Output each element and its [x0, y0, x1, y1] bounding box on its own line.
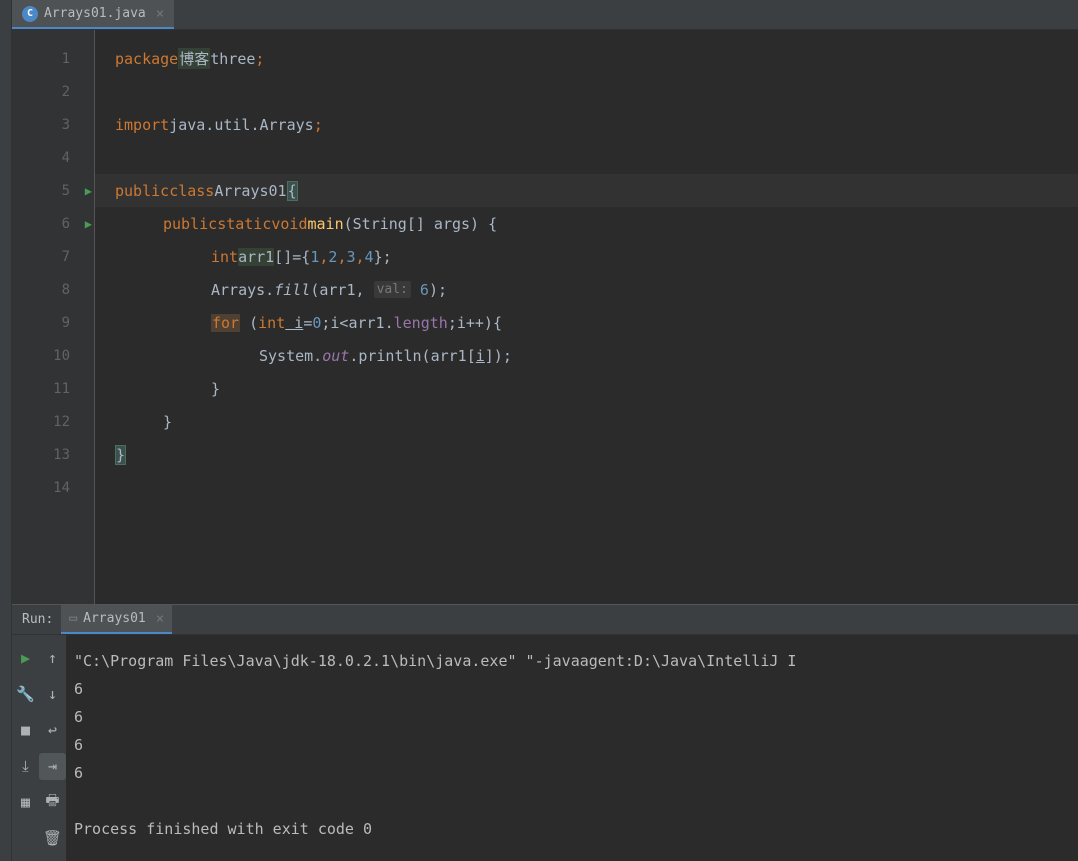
- stop-button[interactable]: ■: [12, 717, 39, 744]
- line-number: 7: [62, 249, 70, 265]
- code-line[interactable]: }: [95, 372, 1078, 405]
- console-output[interactable]: "C:\Program Files\Java\jdk-18.0.2.1\bin\…: [66, 635, 1078, 861]
- line-number: 4: [62, 150, 70, 166]
- line-number: 3: [62, 117, 70, 133]
- up-stack-icon[interactable]: ↑: [39, 645, 66, 672]
- code-line[interactable]: public static void main(String[] args) {: [95, 207, 1078, 240]
- line-number: 14: [53, 480, 70, 496]
- spacer: [12, 825, 39, 852]
- run-tab-label: Arrays01: [83, 611, 146, 626]
- soft-wrap-icon[interactable]: ↩: [39, 717, 66, 744]
- tab-label: Arrays01.java: [44, 6, 146, 21]
- console-line: "C:\Program Files\Java\jdk-18.0.2.1\bin\…: [74, 652, 796, 670]
- layout-icon[interactable]: ▦: [12, 789, 39, 816]
- console-line: 6: [74, 736, 83, 754]
- code-line[interactable]: for (int i=0;i<arr1.length;i++){: [95, 306, 1078, 339]
- code-area[interactable]: package 博客three; import java.util.Arrays…: [94, 30, 1078, 604]
- console-line: 6: [74, 680, 83, 698]
- line-number: 1: [62, 51, 70, 67]
- code-line[interactable]: [95, 141, 1078, 174]
- line-number: 12: [53, 414, 70, 430]
- run-panel: Run: ▭ Arrays01 × ▶ ↑ 🔧 ↓ ■ ↩ ⤓ ⇥: [12, 604, 1078, 861]
- console-line: Process finished with exit code 0: [74, 820, 372, 838]
- line-number: 9: [62, 315, 70, 331]
- rerun-button[interactable]: ▶: [12, 645, 39, 672]
- run-gutter-icon[interactable]: ▶: [85, 184, 92, 198]
- print-icon[interactable]: 🖶: [39, 789, 66, 816]
- editor-tabs-bar: C Arrays01.java ×: [12, 0, 1078, 30]
- code-line[interactable]: Arrays.fill(arr1, val: 6);: [95, 273, 1078, 306]
- code-line[interactable]: int arr1[]={1,2,3,4};: [95, 240, 1078, 273]
- code-line[interactable]: [95, 75, 1078, 108]
- line-number: 8: [62, 282, 70, 298]
- line-number: 13: [53, 447, 70, 463]
- run-gutter-icon[interactable]: ▶: [85, 217, 92, 231]
- run-config-icon: ▭: [69, 611, 77, 626]
- line-number: 6: [62, 216, 70, 232]
- java-class-icon: C: [22, 6, 38, 22]
- code-line[interactable]: }: [95, 438, 1078, 471]
- code-line[interactable]: System.out.println(arr1[i]);: [95, 339, 1078, 372]
- editor-tab-active[interactable]: C Arrays01.java ×: [12, 0, 174, 29]
- code-line[interactable]: }: [95, 405, 1078, 438]
- run-tab[interactable]: ▭ Arrays01 ×: [61, 605, 172, 634]
- code-line[interactable]: public class Arrays01 {: [95, 174, 1078, 207]
- line-number: 11: [53, 381, 70, 397]
- code-line[interactable]: [95, 471, 1078, 504]
- line-number: 2: [62, 84, 70, 100]
- console-line: 6: [74, 708, 83, 726]
- down-stack-icon[interactable]: ↓: [39, 681, 66, 708]
- wrench-icon[interactable]: 🔧: [12, 681, 39, 708]
- code-line[interactable]: package 博客three;: [95, 42, 1078, 75]
- code-line[interactable]: import java.util.Arrays;: [95, 108, 1078, 141]
- line-number: 5: [62, 183, 70, 199]
- left-tool-strip[interactable]: [0, 0, 12, 861]
- line-number: 10: [53, 348, 70, 364]
- scroll-to-end-icon[interactable]: ⇥: [39, 753, 66, 780]
- close-icon[interactable]: ×: [156, 6, 164, 22]
- close-icon[interactable]: ×: [156, 611, 164, 627]
- run-header: Run: ▭ Arrays01 ×: [12, 605, 1078, 635]
- run-label: Run:: [22, 612, 53, 627]
- run-toolbar: ▶ ↑ 🔧 ↓ ■ ↩ ⤓ ⇥ ▦ 🖶 🗑: [12, 635, 66, 861]
- run-body: ▶ ↑ 🔧 ↓ ■ ↩ ⤓ ⇥ ▦ 🖶 🗑: [12, 635, 1078, 861]
- trash-icon[interactable]: 🗑: [39, 825, 66, 852]
- gutter[interactable]: 1 2 3 4 5 ▶ 6 ▶ 7 8 9 10 11 12 13 14: [12, 30, 94, 604]
- editor-area: 1 2 3 4 5 ▶ 6 ▶ 7 8 9 10 11 12 13 14 packa…: [12, 30, 1078, 604]
- console-line: 6: [74, 764, 83, 782]
- exit-icon[interactable]: ⤓: [12, 753, 39, 780]
